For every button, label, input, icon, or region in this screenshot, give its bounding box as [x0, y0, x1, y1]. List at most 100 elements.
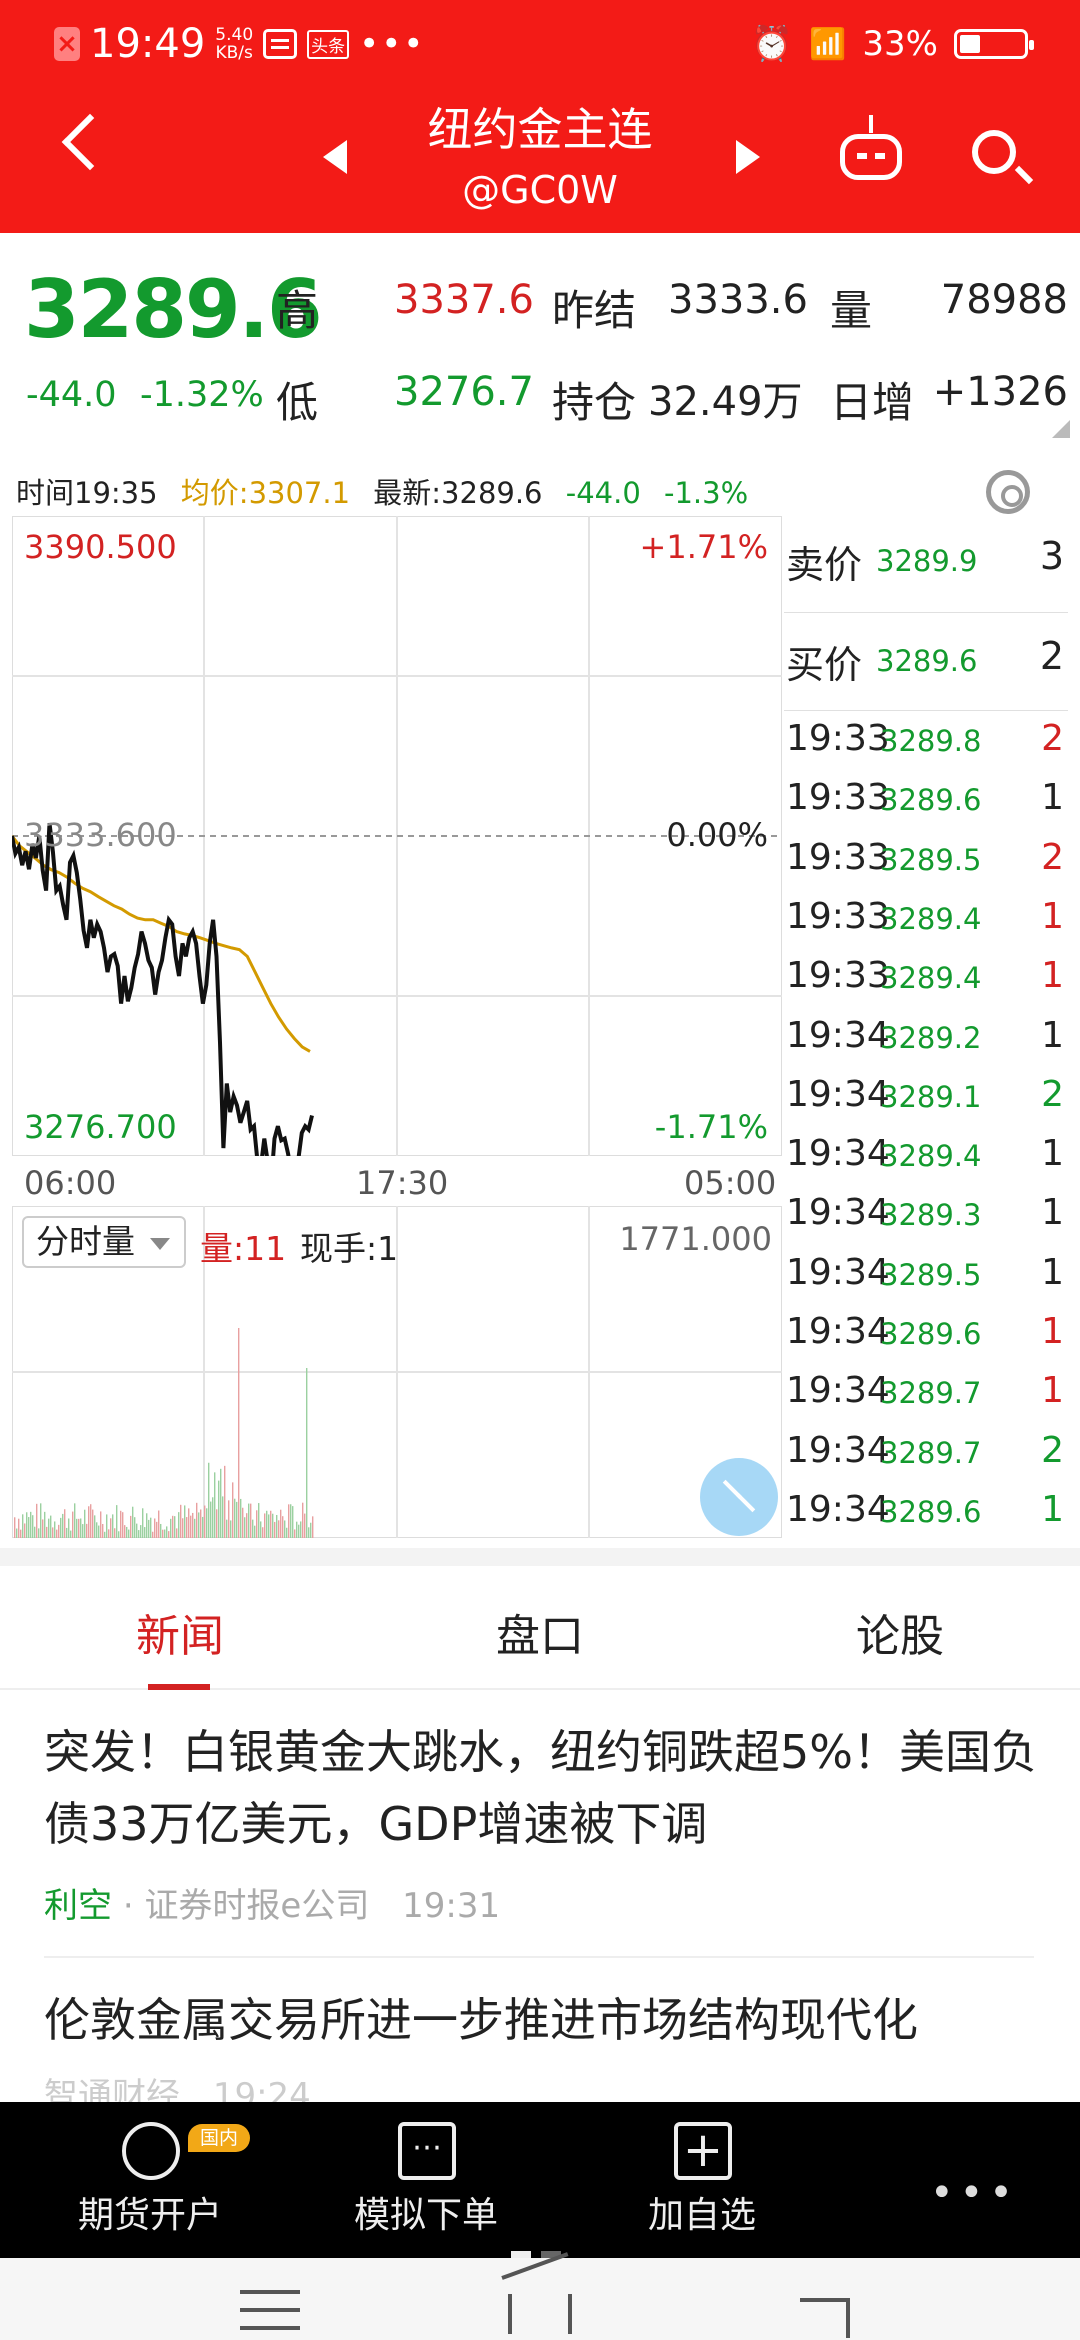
volume-bar [192, 1512, 194, 1538]
volume-label: 量 [830, 286, 873, 335]
trade-qty: 1 [1041, 1014, 1064, 1056]
trade-time: 19:33 [786, 895, 890, 937]
add-watch-button[interactable]: + 加自选 [602, 2102, 802, 2258]
sim-order-button[interactable]: ⋯ 模拟下单 [326, 2102, 526, 2258]
fullscreen-expand-icon[interactable] [700, 1458, 778, 1536]
status-bar-right: ⏰ 📶 33% [750, 14, 1034, 74]
trade-time: 19:34 [786, 1073, 890, 1115]
open-interest-value: 32.49万 [648, 379, 803, 425]
battery-percent: 33% [862, 24, 938, 64]
volume-bar [208, 1462, 210, 1538]
news-item-1-title[interactable]: 突发！白银黄金大跳水，纽约铜跌超5%！美国负债33万亿美元，GDP增速被下调 [44, 1716, 1044, 1860]
order-book-panel: 卖价 3289.9 3 买价 3289.6 2 19:33 3289.8 2 19:3… [784, 516, 1068, 1538]
volume-bar [300, 1521, 302, 1538]
menu-icon[interactable] [240, 2290, 300, 2340]
volume-bar [106, 1514, 108, 1538]
volume-bar [258, 1503, 260, 1538]
tab-panel[interactable]: 盘口 [420, 1600, 660, 1664]
previous-contract-icon[interactable] [323, 140, 347, 174]
news-item-2-title[interactable]: 伦敦金属交易所进一步推进市场结构现代化 [44, 1984, 918, 2050]
volume-bar [108, 1529, 110, 1538]
trade-time: 19:33 [786, 777, 890, 819]
volume-bar [126, 1526, 128, 1538]
volume-bar [22, 1514, 24, 1538]
chart-change-pct: -1.3% [664, 476, 749, 510]
volume-bar [152, 1531, 154, 1538]
plus-icon: + [674, 2122, 732, 2180]
notification-icon [263, 29, 298, 59]
trade-row: 19:34 3289.2 1 [784, 1011, 1068, 1070]
news-item-1-meta: 利空 · 证券时报e公司 19:31 [44, 1878, 500, 1927]
volume-bar [138, 1530, 140, 1538]
tab-news[interactable]: 新闻 [60, 1600, 300, 1664]
trade-price: 3289.6 [880, 1494, 982, 1529]
home-icon[interactable] [508, 2294, 572, 2334]
volume-type-dropdown[interactable]: 分时量 [22, 1216, 186, 1268]
trade-qty: 2 [1041, 1073, 1064, 1115]
low-value: 3276.7 [394, 369, 534, 415]
volume-bar [308, 1527, 310, 1538]
volume-bar [132, 1506, 134, 1538]
volume-bar [84, 1509, 86, 1538]
volume-bar [118, 1531, 120, 1538]
volume-bar [172, 1515, 174, 1538]
volume-bar [246, 1513, 248, 1538]
volume-bar [254, 1525, 256, 1538]
more-options-icon[interactable]: ••• [930, 2170, 1019, 2216]
domestic-badge: 国内 [188, 2124, 250, 2152]
pct-mid-label: 0.00% [666, 816, 768, 854]
x-label-end: 05:00 [684, 1164, 777, 1202]
volume-bar [272, 1513, 274, 1538]
volume-bar [182, 1518, 184, 1538]
price-change-pct: -1.32% [140, 375, 264, 415]
trade-price: 3289.5 [880, 842, 982, 877]
volume-bar [160, 1523, 162, 1538]
volume-bar [140, 1525, 142, 1538]
trade-time: 19:34 [786, 1488, 890, 1530]
chart-info-bar: 时间19:35 均价:3307.1 最新:3289.6 -44.0 -1.3% [16, 470, 762, 512]
volume-bar [112, 1514, 114, 1538]
volume-bar [40, 1503, 42, 1538]
bid-price: 3289.6 [876, 644, 978, 678]
trade-price: 3289.1 [880, 1079, 982, 1114]
alarm-icon: ⏰ [750, 24, 794, 64]
trade-time: 19:33 [786, 955, 890, 997]
bottom-action-bar: 期货开户 ⋯ 模拟下单 + 加自选 [0, 2102, 1080, 2258]
battery-icon [954, 29, 1034, 59]
trade-row: 19:34 3289.7 1 [784, 1366, 1068, 1425]
daily-increase-label: 日增 [830, 378, 915, 427]
volume-bar [310, 1522, 312, 1538]
next-contract-icon[interactable] [736, 140, 760, 174]
avg-price-line [10, 835, 311, 1053]
trade-price: 3289.6 [880, 1317, 982, 1351]
volume-bar [288, 1504, 290, 1538]
volume-bar [148, 1519, 150, 1538]
system-navigation-bar [0, 2258, 1080, 2340]
volume-bar [162, 1529, 164, 1538]
price-mid-label: 3333.600 [24, 816, 177, 854]
trade-row: 19:34 3289.4 1 [784, 1129, 1068, 1188]
expand-corner-icon[interactable] [1052, 420, 1070, 438]
volume-bar [276, 1514, 278, 1538]
trade-price: 3289.6 [880, 783, 982, 818]
trade-qty: 2 [1041, 718, 1064, 759]
gear-icon[interactable] [986, 470, 1030, 514]
volume-bar [204, 1505, 206, 1538]
price-change: -44.0 [26, 375, 117, 415]
robot-assistant-icon[interactable] [840, 115, 902, 180]
back-icon[interactable] [800, 2298, 850, 2338]
volume-bar [16, 1528, 18, 1538]
trade-qty: 1 [1041, 1370, 1064, 1412]
volume-bar [262, 1527, 264, 1538]
volume-bar [64, 1509, 66, 1538]
volume-bar [114, 1528, 116, 1538]
volume-bar [62, 1513, 64, 1538]
volume-bar [94, 1515, 96, 1538]
volume-bar [212, 1497, 214, 1538]
volume-bar [130, 1515, 132, 1538]
search-icon[interactable] [972, 130, 1016, 174]
tab-discuss[interactable]: 论股 [780, 1600, 1020, 1664]
trade-row: 19:33 3289.8 2 [784, 714, 1068, 773]
volume-bar [252, 1519, 254, 1538]
back-arrow-icon[interactable] [61, 113, 119, 171]
